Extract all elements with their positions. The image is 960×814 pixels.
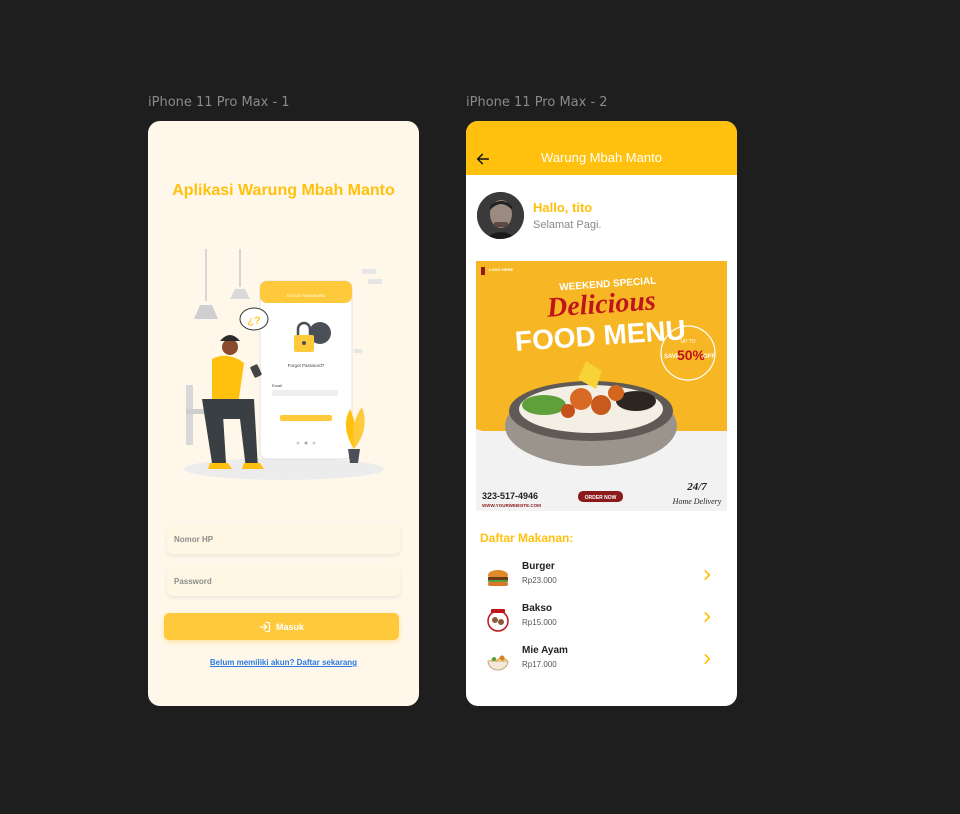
promo-banner[interactable]: LOGO HERE WEEKEND SPECIAL Delicious FOOD…	[476, 261, 727, 511]
promo-top: UP TO	[680, 339, 695, 345]
login-button[interactable]: Masuk	[164, 613, 399, 640]
login-icon	[259, 621, 271, 632]
app-bar: Warung Mbah Manto	[466, 121, 737, 175]
login-screen: Aplikasi Warung Mbah Manto FOGOT PASSWOR…	[148, 121, 419, 706]
banner-website: WWW.YOURWEBSITE.COM	[482, 503, 541, 508]
section-title: Daftar Makanan:	[480, 531, 574, 545]
promo-banner-art: LOGO HERE WEEKEND SPECIAL Delicious FOOD…	[476, 261, 727, 511]
phone-field[interactable]	[167, 524, 400, 554]
promo-value: 50%	[677, 347, 706, 363]
login-button-label: Masuk	[275, 621, 304, 632]
frame-label-2: iPhone 11 Pro Max - 2	[466, 95, 608, 110]
register-link[interactable]: Belum memiliki akun? Daftar sekarang	[148, 658, 419, 667]
bakso-icon	[487, 609, 509, 632]
burger-icon	[488, 570, 508, 586]
banner-delivery: Home Delivery	[672, 497, 722, 506]
menu-item-price: Rp23.000	[522, 576, 557, 585]
menu-item-bakso[interactable]: Bakso Rp15.000	[484, 601, 714, 637]
banner-order: ORDER NOW	[585, 495, 617, 501]
phone-input[interactable]	[167, 524, 400, 554]
chevron-right-icon	[704, 654, 711, 664]
banner-hours: 24/7	[686, 481, 707, 493]
forgot-password-illustration: FOGOT PASSWORD Forgot Password? Email ¿?	[184, 249, 384, 480]
svg-text:¿?: ¿?	[247, 315, 261, 327]
menu-item-name: Bakso	[522, 603, 553, 614]
mie-ayam-icon	[487, 655, 509, 671]
password-input[interactable]	[167, 566, 400, 596]
appbar-title: Warung Mbah Manto	[541, 150, 662, 165]
menu-item-burger[interactable]: Burger Rp23.000	[484, 559, 714, 595]
menu-item-name: Burger	[522, 561, 555, 572]
avatar	[477, 192, 524, 239]
chevron-right-icon	[704, 612, 711, 622]
app-title: Aplikasi Warung Mbah Manto	[172, 182, 395, 199]
illus-screen-title: FOGOT PASSWORD	[287, 293, 325, 298]
home-screen: Warung Mbah Manto Hallo, tito Selamat Pa…	[466, 121, 737, 706]
illus-email-label: Email	[272, 383, 282, 388]
menu-item-price: Rp15.000	[522, 618, 557, 627]
frame-label-1: iPhone 11 Pro Max - 1	[148, 95, 290, 110]
promo-off: OFF	[703, 354, 715, 360]
banner-logo: LOGO HERE	[489, 267, 513, 272]
user-photo	[477, 192, 524, 239]
menu-item-price: Rp17.000	[522, 660, 557, 669]
chevron-right-icon	[704, 570, 711, 580]
menu-item-name: Mie Ayam	[522, 645, 568, 656]
banner-phone: 323-517-4946	[482, 491, 538, 501]
illus-forgot-text: Forgot Password?	[288, 363, 325, 368]
greeting: Hallo, tito	[533, 200, 593, 215]
menu-item-mie-ayam[interactable]: Mie Ayam Rp17.000	[484, 643, 714, 679]
password-field[interactable]	[167, 566, 400, 596]
subgreeting: Selamat Pagi.	[533, 219, 602, 231]
